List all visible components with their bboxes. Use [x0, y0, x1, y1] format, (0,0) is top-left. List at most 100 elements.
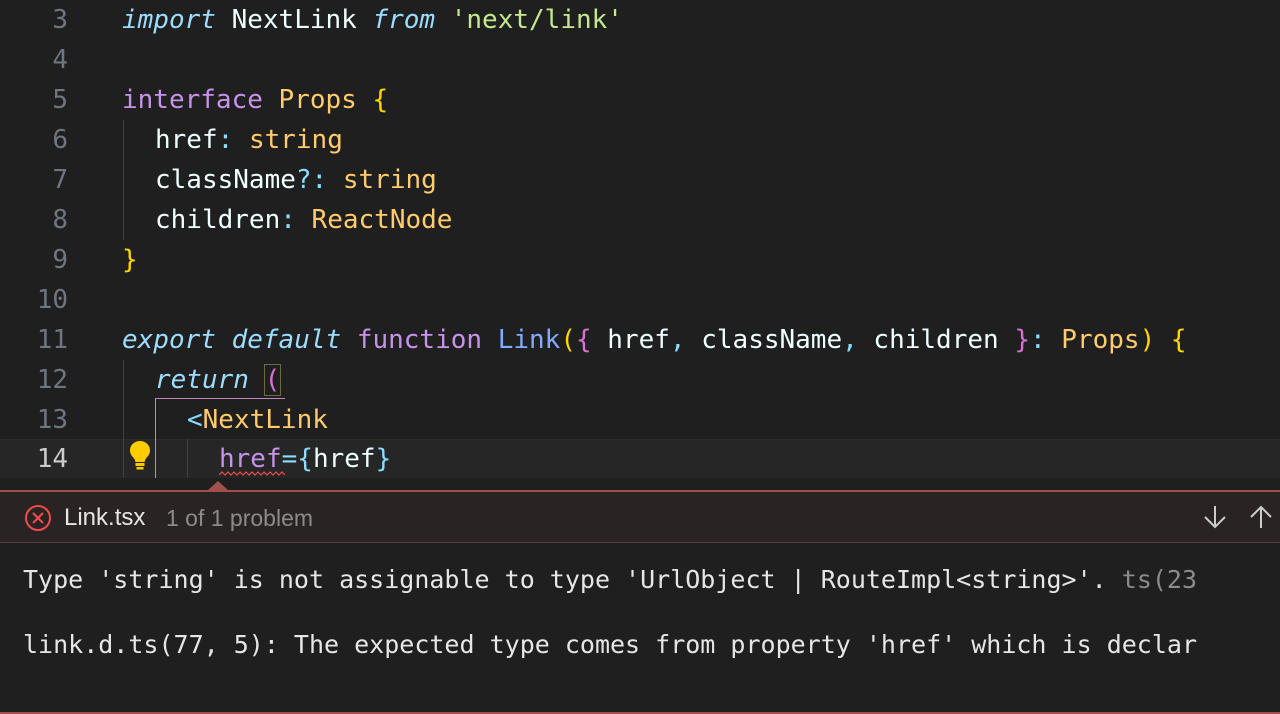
- line-number: 12: [36, 365, 68, 395]
- code-line[interactable]: 9 }: [0, 240, 1280, 280]
- code-line[interactable]: 4: [0, 40, 1280, 80]
- code-line[interactable]: 5 interface Props {: [0, 80, 1280, 120]
- code-line[interactable]: 13 <NextLink: [0, 400, 1280, 440]
- code-line[interactable]: 3 import NextLink from 'next/link': [0, 0, 1280, 40]
- token: function: [356, 325, 483, 355]
- token: {: [1170, 325, 1187, 355]
- token: NextLink: [202, 405, 328, 435]
- problem-message: Type 'string' is not assignable to type …: [23, 565, 1197, 594]
- token: className: [685, 325, 843, 355]
- bracket-match: (: [263, 364, 282, 396]
- token: }: [1014, 325, 1030, 355]
- token: ): [1139, 325, 1156, 355]
- token: href: [591, 325, 670, 355]
- token: ?:: [295, 165, 343, 195]
- line-number: 5: [52, 85, 68, 115]
- token: href: [155, 125, 218, 155]
- code-text[interactable]: export default function Link({ href, cla…: [122, 320, 1187, 360]
- code-text[interactable]: interface Props {: [122, 80, 388, 120]
- token: href: [219, 444, 282, 474]
- indent-guide: [123, 360, 124, 478]
- token: ,: [669, 325, 686, 355]
- token: :: [280, 205, 312, 235]
- problem-peek-widget: Link.tsx 1 of 1 problem Type 'string' is…: [0, 490, 1280, 714]
- token: default: [231, 325, 342, 355]
- line-number: 6: [52, 125, 68, 155]
- token: {: [575, 325, 592, 355]
- token: ReactNode: [311, 205, 453, 235]
- related-information[interactable]: link.d.ts(77, 5): The expected type come…: [23, 630, 1197, 659]
- token: export: [122, 325, 216, 355]
- token: className: [155, 165, 296, 195]
- code-text[interactable]: href: string: [155, 120, 343, 160]
- token: from: [372, 5, 436, 35]
- related-information-text[interactable]: link.d.ts(77, 5): The expected type come…: [23, 630, 1197, 659]
- problem-count: 1 of 1 problem: [166, 505, 314, 531]
- code-text[interactable]: import NextLink from 'next/link': [122, 0, 623, 40]
- code-text[interactable]: className?: string: [155, 160, 437, 200]
- arrow-up-icon[interactable]: [1246, 502, 1276, 532]
- code-line[interactable]: 8 children: ReactNode: [0, 200, 1280, 240]
- token: string: [342, 165, 437, 195]
- peek-header: Link.tsx 1 of 1 problem: [0, 492, 1280, 543]
- arrow-down-icon[interactable]: [1200, 502, 1230, 532]
- code-line-current[interactable]: 14 href={href}: [0, 439, 1280, 478]
- token: string: [248, 125, 343, 155]
- token: {: [372, 85, 389, 115]
- token: interface: [122, 85, 263, 115]
- token: ,: [842, 325, 858, 355]
- error-squiggle: [219, 471, 285, 476]
- line-number: 14: [36, 444, 68, 474]
- code-editor[interactable]: 3 import NextLink from 'next/link' 4 5 i…: [0, 0, 1280, 478]
- code-line[interactable]: 12 return (: [0, 360, 1280, 400]
- bracket-pair-guide: [155, 398, 285, 399]
- token: Props: [1061, 325, 1140, 355]
- line-number: 13: [36, 405, 68, 435]
- code-line[interactable]: 11 export default function Link({ href, …: [0, 320, 1280, 360]
- token: children: [857, 325, 1015, 355]
- code-line[interactable]: 7 className?: string: [0, 160, 1280, 200]
- line-number: 8: [52, 205, 68, 235]
- token: <: [187, 405, 203, 435]
- token: href: [312, 444, 376, 474]
- token: :: [217, 125, 249, 155]
- token: Link: [497, 325, 561, 355]
- problem-message-text: Type 'string' is not assignable to type …: [23, 565, 1107, 594]
- token: NextLink: [215, 5, 373, 35]
- lightbulb-icon[interactable]: [128, 439, 152, 471]
- line-number: 4: [52, 45, 68, 75]
- code-text[interactable]: <NextLink: [187, 400, 328, 440]
- indent-guide: [187, 439, 188, 478]
- token: }: [375, 444, 392, 474]
- token: children: [155, 205, 281, 235]
- code-text[interactable]: return (: [155, 360, 282, 400]
- token: import: [122, 5, 216, 35]
- token: }: [122, 245, 138, 275]
- line-number: 9: [52, 245, 68, 275]
- line-number: 7: [52, 165, 68, 195]
- code-text[interactable]: children: ReactNode: [155, 200, 452, 240]
- line-number: 11: [36, 325, 68, 355]
- code-line[interactable]: 6 href: string: [0, 120, 1280, 160]
- token: =: [281, 444, 298, 474]
- token: return: [155, 365, 249, 395]
- peek-file-name[interactable]: Link.tsx: [64, 504, 145, 532]
- error-circle-icon: [25, 505, 51, 531]
- token: {: [297, 444, 313, 474]
- code-line[interactable]: 10: [0, 280, 1280, 320]
- line-number: 3: [52, 5, 68, 35]
- code-text[interactable]: }: [122, 240, 138, 280]
- token: (: [560, 325, 576, 355]
- token: :: [1029, 325, 1062, 355]
- line-number: 10: [36, 285, 68, 315]
- indent-guide: [123, 120, 124, 240]
- token: Props: [278, 85, 357, 115]
